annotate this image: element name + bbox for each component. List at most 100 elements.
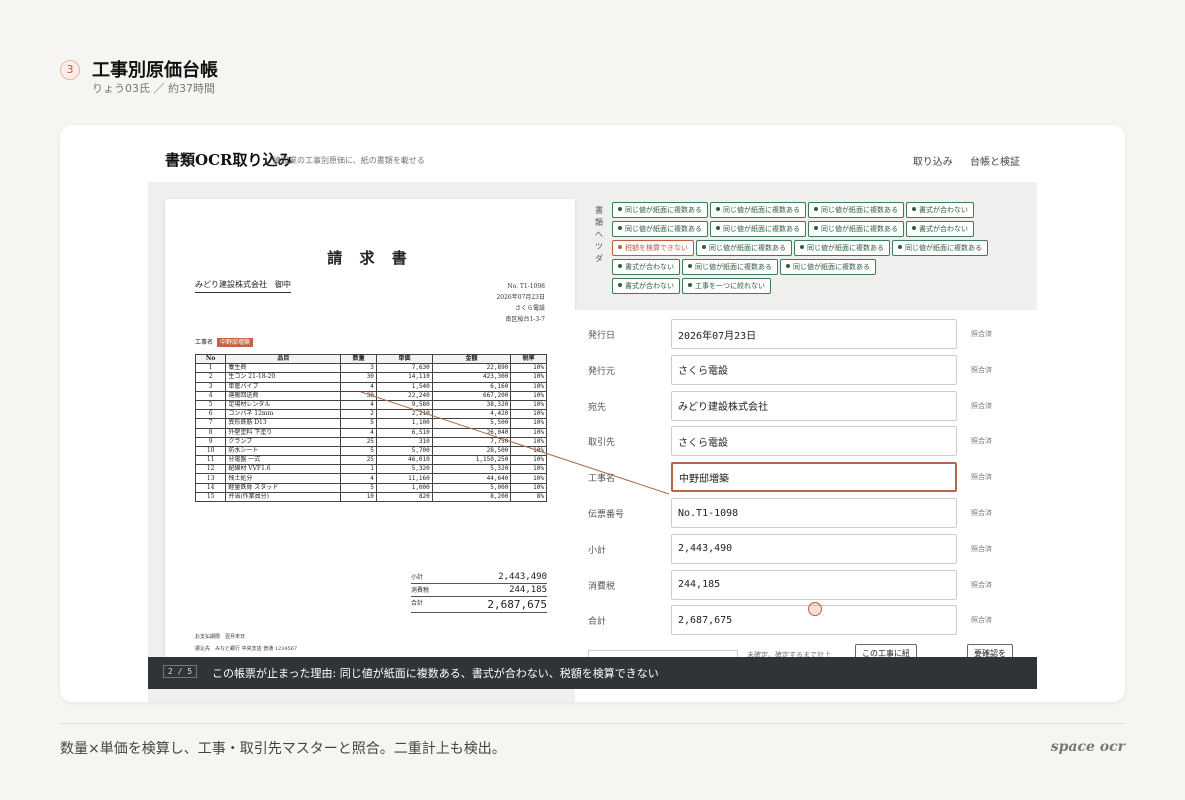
table-cell: 運搬回送費 [225, 390, 342, 401]
issue-tag-label: 同じ値が紙面に複数ある [821, 225, 898, 233]
footer-caption: 数量×単価を検算し、工事・取引先マスターと照合。二重計上も検出。 [60, 741, 506, 757]
table-cell: 4 [194, 390, 227, 401]
table-cell: 2 [194, 372, 227, 383]
table-cell: 10% [510, 418, 547, 429]
issue-tag-label: 同じ値が紙面に複数ある [625, 225, 702, 233]
table-cell: 10% [510, 482, 547, 493]
table-cell: 4 [340, 427, 377, 438]
field-input[interactable] [671, 426, 957, 457]
issue-tag-label: 同じ値が紙面に複数ある [793, 263, 870, 271]
issue-tag-label: 同じ値が紙面に複数ある [723, 206, 800, 214]
table-cell: 310 [375, 436, 433, 447]
table-cell: 1,100 [375, 418, 433, 429]
tag-row: 書式が合わない 同じ値が紙面に複数ある 同じ値が紙面に複数ある [612, 254, 990, 275]
line-items-table: No 品目 数量 単価 金額 税率 1 養生費 3 7,630 22,890 10% 2 生コン 21-… [194, 353, 547, 503]
tag-rows: 同じ値が紙面に複数ある 同じ値が紙面に複数ある 同じ値が紙面に複数ある 書式が合わない… [612, 197, 990, 294]
table-cell: 2 [340, 409, 377, 420]
field-label: 宛先 [588, 402, 607, 413]
table-cell: 12 [194, 464, 227, 475]
doc-project-highlight[interactable]: 中野邸増築 [216, 338, 253, 347]
table-cell: 22,890 [431, 363, 512, 374]
form-field: 取引先 照合済 [575, 426, 1037, 457]
table-row: 7 異形鉄筋 D13 5 1,100 5,500 10% [194, 418, 547, 429]
table-row: 2 生コン 21-18-20 30 14,110 423,300 10% [194, 372, 547, 383]
table-cell: 10% [510, 409, 547, 420]
table-cell: 10 [340, 491, 377, 503]
field-input[interactable] [671, 462, 957, 493]
table-cell: 単管パイプ [225, 381, 342, 392]
payment-info: お支払期限 翌月末日 振込先 みなと銀行 中央支店 普通 1234567 [195, 631, 297, 655]
table-cell: 10% [510, 381, 547, 392]
table-cell: 423,300 [431, 372, 512, 383]
table-cell: 10 [194, 445, 227, 457]
field-input[interactable] [671, 533, 957, 564]
field-input[interactable] [671, 390, 957, 421]
nav-import[interactable]: 取り込み [913, 157, 953, 168]
dot-icon [688, 264, 692, 268]
table-cell: 5,700 [375, 445, 433, 457]
tag-row: 税額を検算できない 同じ値が紙面に複数ある 同じ値が紙面に複数ある 同じ値が紙面に複数… [612, 235, 990, 256]
footer-divider [60, 723, 1125, 724]
dot-icon [814, 226, 818, 230]
table-cell: 7 [194, 418, 227, 429]
dot-icon [716, 226, 720, 230]
table-row: 15 弁当(作業員分) 10 820 8,200 8% [194, 491, 547, 503]
dot-icon [702, 245, 706, 249]
doc-project: 工事名 中野邸増築 [195, 337, 253, 347]
dot-icon [800, 245, 804, 249]
table-cell: 46,010 [375, 455, 433, 466]
field-input[interactable] [671, 498, 957, 528]
table-row: 14 軽量鉄骨 スタッド 5 1,000 5,000 10% [194, 482, 547, 493]
table-row: 1 養生費 3 7,630 22,890 10% [194, 363, 547, 374]
table-cell: 11,160 [375, 473, 433, 484]
table-cell: 残土処分 [225, 473, 342, 484]
table-cell: 13 [194, 473, 227, 484]
tag-row: 書式が合わない 工事を一つに絞れない [612, 273, 990, 294]
table-cell: 7,630 [375, 363, 433, 374]
table-cell: 26,040 [431, 427, 512, 438]
issue-tag[interactable]: 工事を一つに絞れない [682, 278, 771, 294]
field-status: 照合済 [971, 616, 992, 625]
table-cell: 5 [340, 418, 377, 429]
field-input[interactable] [671, 319, 957, 349]
page-counter[interactable]: 2 / 5 [163, 665, 198, 678]
form-field: 合計 照合済 [575, 605, 1037, 636]
table-row: 12 配線材 VVF1.6 1 5,320 5,320 10% [194, 464, 547, 475]
doc-date: 2026年07月23日 [496, 294, 545, 301]
field-label: 伝票番号 [588, 510, 625, 520]
issue-tag-label: 同じ値が紙面に複数ある [723, 225, 800, 233]
table-cell: 4 [340, 399, 377, 411]
table-cell: 4 [340, 473, 377, 484]
nav-ledger[interactable]: 台帳と検証 [970, 157, 1020, 168]
dot-icon [912, 207, 916, 211]
issue-tag[interactable]: 同じ値が紙面に複数ある [780, 259, 876, 275]
dot-icon [786, 264, 790, 268]
table-cell: 異形鉄筋 D13 [225, 418, 342, 429]
table-cell: 14,110 [375, 372, 433, 383]
field-input[interactable] [671, 569, 957, 600]
app-card: 書類OCR取り込み 建設業の工事別原価に、紙の書類を載せる 取り込み 台帳と検証… [60, 125, 1125, 702]
issue-tag-label: 書式が合わない [625, 263, 674, 271]
table-cell: 養生費 [225, 363, 342, 374]
table-cell: 弁当(作業員分) [225, 491, 342, 503]
field-label: 発行日 [588, 331, 616, 341]
app-subtitle: 建設業の工事別原価に、紙の書類を載せる [273, 156, 425, 165]
table-cell: 14 [194, 482, 227, 493]
table-row: 13 残土処分 4 11,160 44,640 10% [194, 473, 547, 484]
issue-tag[interactable]: 同じ値が紙面に複数ある [892, 240, 988, 256]
field-input[interactable] [671, 354, 957, 385]
items-col-header: 品目 [225, 353, 342, 365]
form-field: 小計 照合済 [575, 533, 1037, 564]
footer-brand: space ocr [1050, 739, 1125, 755]
table-cell: 6,160 [431, 381, 512, 392]
doc-tax-row: 消費税 244,185 [411, 585, 547, 597]
issue-tag[interactable]: 書式が合わない [612, 278, 680, 294]
table-cell: 22,240 [375, 390, 433, 401]
form-field: 宛先 照合済 [575, 390, 1037, 421]
table-cell: 配線材 VVF1.6 [225, 464, 342, 475]
table-cell: 10% [510, 363, 547, 374]
table-row: 3 単管パイプ 4 1,540 6,160 10% [194, 381, 547, 392]
table-cell: 分電盤 一式 [225, 455, 342, 466]
table-row: 8 外壁塗料 下塗り 4 6,510 26,040 10% [194, 427, 547, 438]
table-cell: 8 [194, 427, 227, 438]
